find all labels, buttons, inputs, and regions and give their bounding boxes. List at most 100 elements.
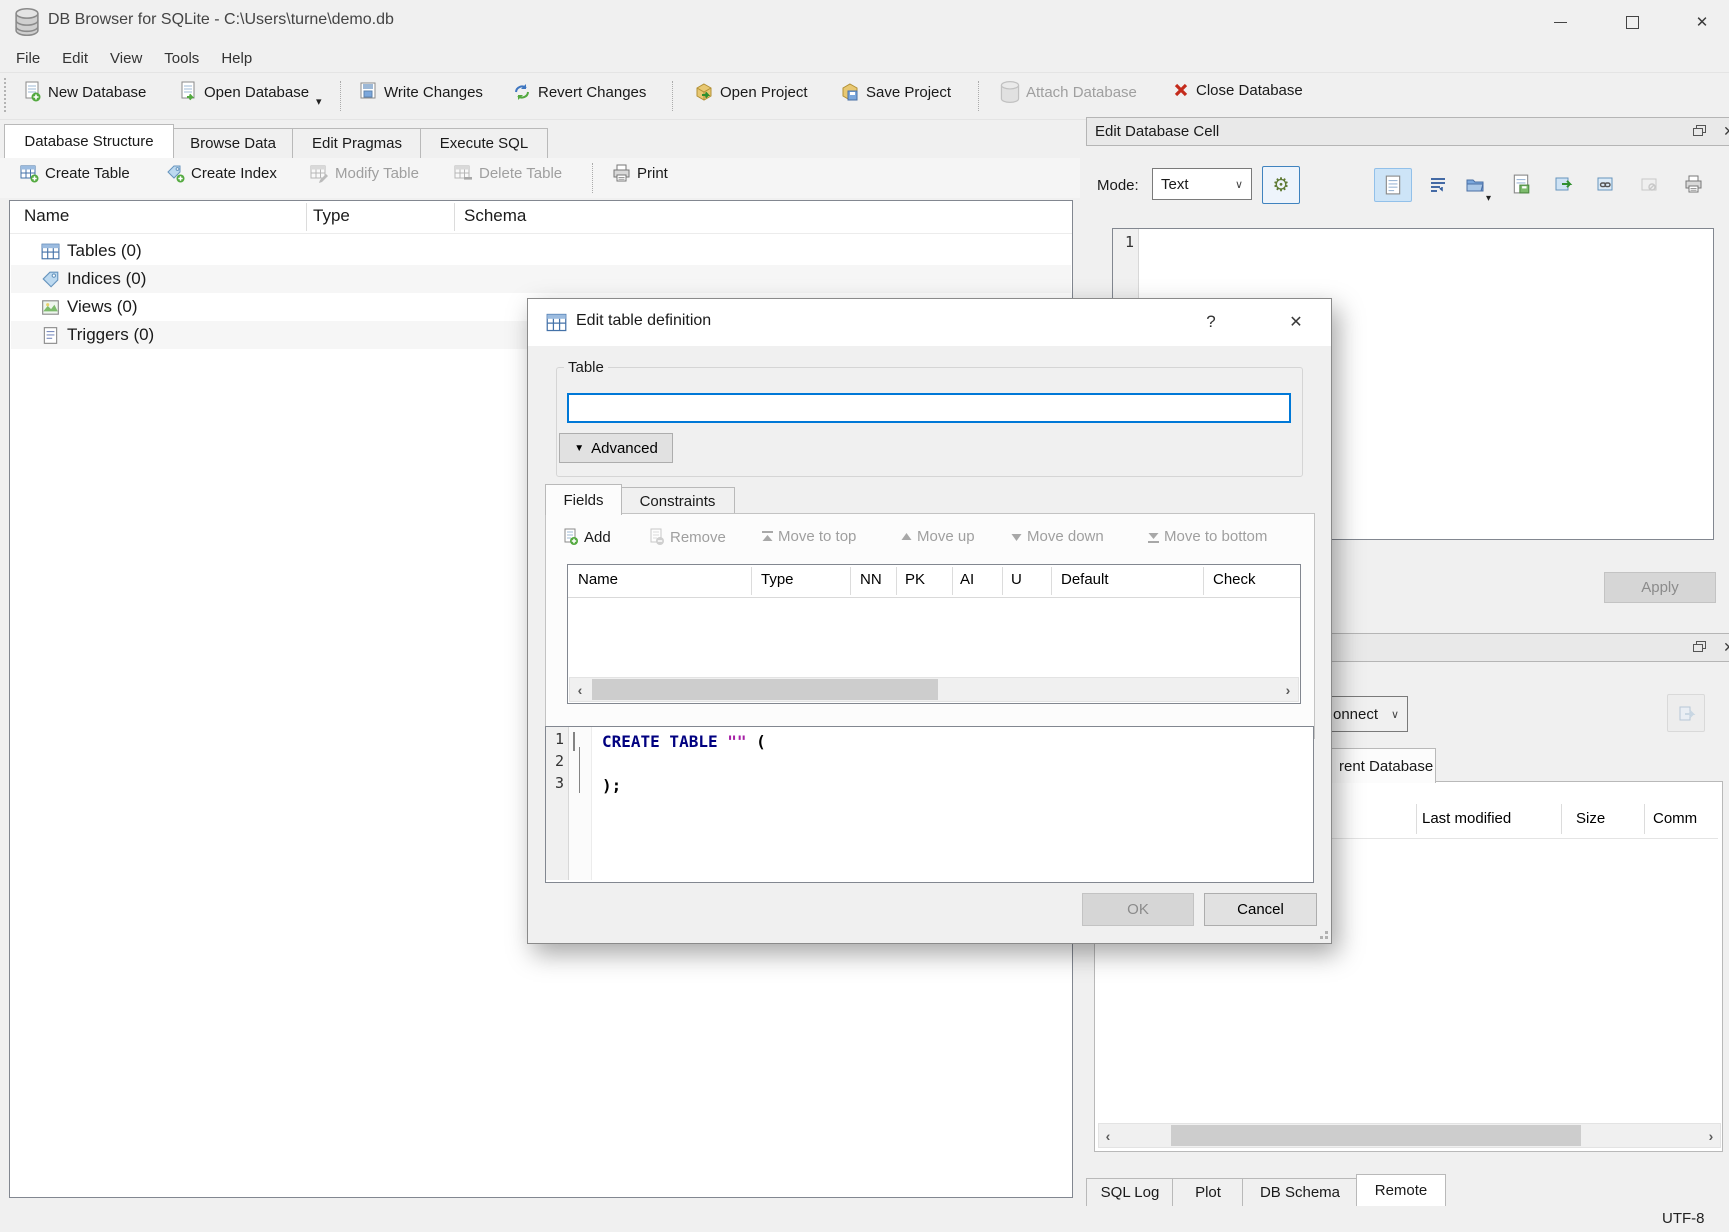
column-comment[interactable]: Comm [1653,810,1697,827]
scroll-left-icon[interactable]: ‹ [1099,1124,1117,1147]
column-last-modified[interactable]: Last modified [1422,810,1511,827]
move-to-bottom-icon [1148,531,1159,543]
column-size[interactable]: Size [1576,810,1605,827]
fields-tab[interactable]: Fields [545,484,622,515]
window-title: DB Browser for SQLite - C:\Users\turne\d… [48,11,394,29]
print-cell-icon-button[interactable] [1676,168,1710,200]
text-mode-icon-button[interactable] [1374,168,1412,202]
toolbar-drag-handle[interactable] [4,78,6,112]
open-database-button[interactable]: Open Database [172,77,315,107]
sql-line-number: 3 [546,774,564,796]
dialog-resize-grip[interactable] [1316,927,1328,939]
attach-database-button[interactable]: Attach Database [994,77,1143,107]
modify-table-button[interactable]: Modify Table [304,160,425,187]
constraints-tab[interactable]: Constraints [620,487,735,515]
sql-preview: 1 2 3 CREATE TABLE "" ( ); [545,726,1314,883]
dialog-help-button[interactable]: ? [1193,307,1229,337]
dock-close-icon[interactable]: ✕ [1718,637,1729,657]
tab-plot[interactable]: Plot [1172,1178,1244,1206]
col-name[interactable]: Name [578,571,618,588]
word-wrap-icon-button[interactable] [1422,168,1454,200]
open-database-dropdown-arrow[interactable]: ▾ [316,95,322,108]
menu-tools[interactable]: Tools [154,48,209,69]
tab-remote[interactable]: Remote [1356,1174,1446,1206]
move-to-bottom-button[interactable]: Move to bottom [1148,528,1267,545]
tree-item-tables[interactable]: Tables (0) [11,237,1071,265]
sql-close-line: ); [602,776,621,795]
tree-item-indices[interactable]: Indices (0) [11,265,1071,293]
menu-view[interactable]: View [100,48,152,69]
col-pk[interactable]: PK [905,571,925,588]
gear-icon: ⚙ [1272,174,1289,197]
import-data-icon-button[interactable]: ▾ [1458,168,1492,200]
open-folder-icon [1466,175,1485,194]
remove-field-button[interactable]: Remove [648,528,726,546]
create-table-button[interactable]: Create Table [14,160,136,187]
col-ai[interactable]: AI [960,571,974,588]
print-button[interactable]: Print [606,160,674,187]
scrollbar-thumb[interactable] [592,679,938,700]
tree-header-name[interactable]: Name [24,206,69,226]
tab-browse-data[interactable]: Browse Data [172,128,294,158]
menu-file[interactable]: File [6,48,50,69]
fold-marker-icon[interactable] [573,732,575,751]
sql-preview-text[interactable]: CREATE TABLE "" ( ); [602,731,766,797]
new-database-button[interactable]: New Database [16,77,152,107]
scroll-right-icon[interactable]: › [1702,1124,1720,1147]
table-name-input[interactable] [567,393,1291,423]
add-field-icon [562,528,579,546]
cancel-button[interactable]: Cancel [1204,893,1317,926]
tab-db-schema[interactable]: DB Schema [1242,1178,1358,1206]
revert-changes-button[interactable]: Revert Changes [506,77,652,107]
menu-help[interactable]: Help [211,48,262,69]
tab-sql-log[interactable]: SQL Log [1086,1178,1174,1206]
close-database-button[interactable]: Close Database [1166,77,1309,103]
move-to-top-button[interactable]: Move to top [762,528,856,545]
identity-combobox-text: onnect [1333,706,1378,723]
dock-close-icon[interactable]: ✕ [1718,121,1729,141]
open-project-button[interactable]: Open Project [688,77,814,107]
scrollbar-thumb[interactable] [1171,1125,1581,1146]
fold-margin [569,727,592,880]
fields-grid-scrollbar[interactable]: ‹ › [569,677,1299,702]
write-changes-button[interactable]: Write Changes [352,77,489,107]
minimize-button[interactable] [1540,8,1580,36]
tab-execute-sql[interactable]: Execute SQL [420,128,548,158]
tree-header-schema[interactable]: Schema [464,206,526,226]
tree-header-type[interactable]: Type [313,206,350,226]
create-index-button[interactable]: Create Index [160,160,283,187]
dialog-close-button[interactable]: ✕ [1278,307,1314,337]
delete-table-button[interactable]: Delete Table [448,160,568,187]
scroll-right-icon[interactable]: › [1278,678,1298,701]
dock-float-icon[interactable] [1688,637,1710,657]
mode-combobox[interactable]: Text ∨ [1152,168,1252,200]
dock-float-icon[interactable] [1688,121,1710,141]
col-type[interactable]: Type [761,571,794,588]
move-up-button[interactable]: Move up [901,528,975,545]
table-definition-icon [546,312,567,333]
scroll-left-icon[interactable]: ‹ [570,678,590,701]
open-in-app-icon-button[interactable] [1588,168,1622,200]
advanced-toggle-button[interactable]: ▼ Advanced [559,433,673,463]
save-data-icon-button[interactable] [1504,168,1538,200]
remote-horizontal-scrollbar[interactable]: ‹ › [1098,1123,1721,1148]
export-data-icon-button[interactable] [1546,168,1580,200]
set-null-icon-button[interactable] [1632,168,1666,200]
col-u[interactable]: U [1011,571,1022,588]
add-field-button[interactable]: Add [562,528,611,546]
ok-button[interactable]: OK [1082,893,1194,926]
menu-edit[interactable]: Edit [52,48,98,69]
apply-button[interactable]: Apply [1604,572,1716,603]
auto-switch-mode-button[interactable]: ⚙ [1262,166,1300,204]
col-check[interactable]: Check [1213,571,1256,588]
close-window-button[interactable]: ✕ [1682,8,1722,36]
col-default[interactable]: Default [1061,571,1109,588]
maximize-button[interactable] [1612,8,1652,36]
encoding-indicator[interactable]: UTF-8 [1662,1210,1705,1227]
tab-edit-pragmas[interactable]: Edit Pragmas [292,128,422,158]
tab-database-structure[interactable]: Database Structure [4,124,174,158]
push-database-icon-button[interactable] [1667,694,1705,732]
save-project-button[interactable]: Save Project [834,77,957,107]
col-nn[interactable]: NN [860,571,882,588]
move-down-button[interactable]: Move down [1011,528,1104,545]
